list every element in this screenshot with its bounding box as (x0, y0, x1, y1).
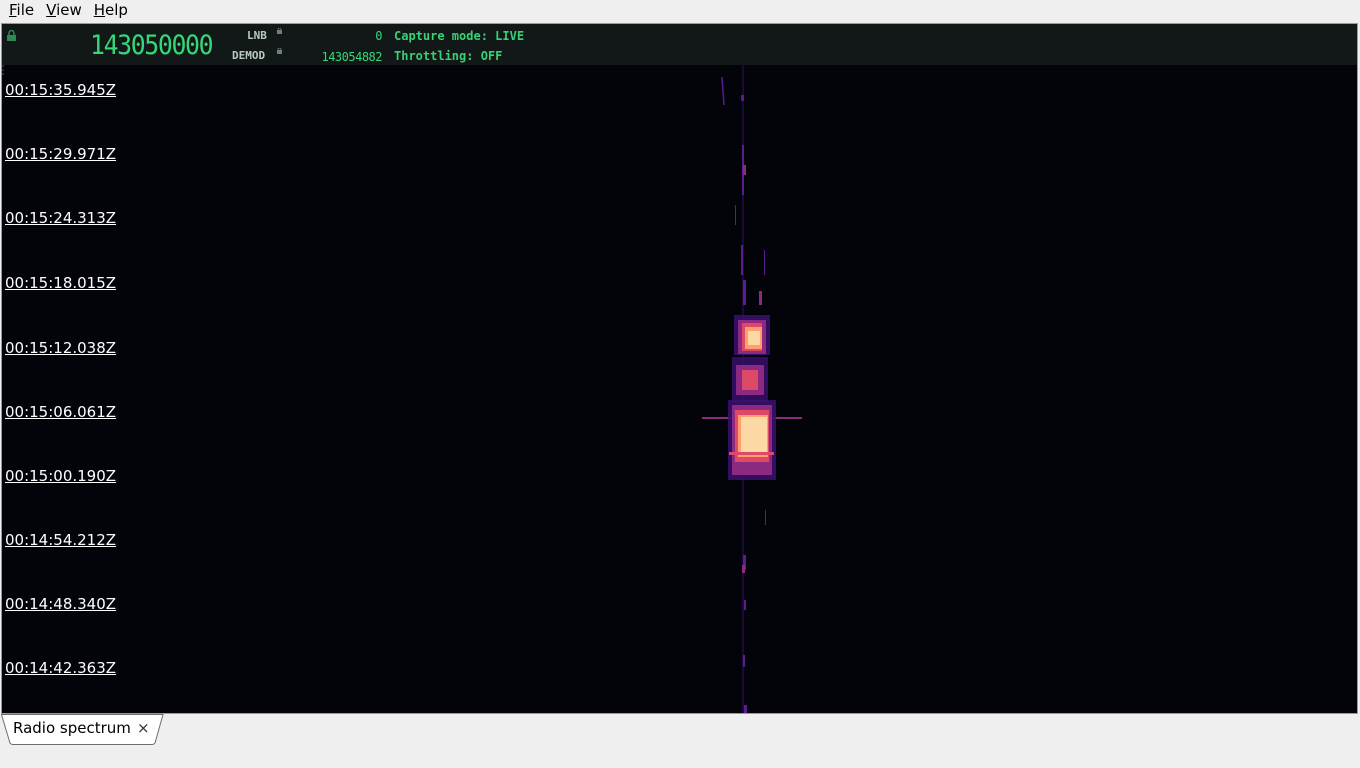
timestamp-label[interactable]: 00:15:29.971Z (5, 145, 116, 163)
menu-file[interactable]: File (3, 0, 40, 22)
timestamp-label[interactable]: 00:15:24.313Z (5, 209, 116, 227)
menu-help-label: elp (105, 1, 128, 19)
menu-view[interactable]: View (40, 0, 88, 22)
waterfall-image (702, 65, 802, 713)
menu-help[interactable]: Help (88, 0, 134, 22)
demod-label: DEMOD (232, 49, 266, 62)
menu-help-mnemonic: H (93, 1, 106, 19)
menu-file-label: ile (16, 1, 35, 19)
timestamp-label[interactable]: 00:15:06.061Z (5, 403, 116, 421)
demod-lock-icon[interactable] (277, 48, 282, 54)
timestamp-label[interactable]: 00:14:42.363Z (5, 659, 116, 677)
radio-spectrum-panel: 143050000 LNB 0 DEMOD 143054882 Capture … (1, 23, 1358, 714)
timestamp-label[interactable]: 00:15:00.190Z (5, 467, 116, 485)
menu-view-mnemonic: V (46, 1, 57, 19)
throttling-status: Throttling: OFF (394, 49, 503, 63)
capture-mode-status: Capture mode: LIVE (394, 29, 525, 43)
tab-radio-spectrum[interactable]: Radio spectrum × (1, 714, 169, 746)
tab-bar: Radio spectrum × (0, 714, 1360, 768)
lock-icon[interactable] (6, 30, 17, 41)
timestamp-label[interactable]: 00:15:18.015Z (5, 274, 116, 292)
lnb-frequency-value[interactable]: 0 (302, 29, 382, 43)
frequency-header: 143050000 LNB 0 DEMOD 143054882 Capture … (2, 24, 1357, 65)
menu-view-label: iew (56, 1, 82, 19)
timestamp-label[interactable]: 00:15:35.945Z (5, 81, 116, 99)
tab-label: Radio spectrum (13, 719, 131, 737)
demod-frequency-value[interactable]: 143054882 (302, 50, 382, 64)
spectrum-waterfall[interactable]: 00:15:35.945Z 00:15:29.971Z 00:15:24.313… (2, 65, 1357, 713)
menu-bar: File View Help (0, 0, 1360, 22)
lnb-label: LNB (247, 29, 267, 42)
resize-grip-icon[interactable] (2, 65, 4, 75)
menu-file-mnemonic: F (9, 1, 17, 19)
timestamp-label[interactable]: 00:14:48.340Z (5, 595, 116, 613)
close-icon[interactable]: × (137, 719, 150, 737)
lnb-lock-icon[interactable] (277, 28, 282, 34)
tuned-frequency-display[interactable]: 143050000 (90, 31, 214, 60)
timestamp-label[interactable]: 00:15:12.038Z (5, 339, 116, 357)
timestamp-label[interactable]: 00:14:54.212Z (5, 531, 116, 549)
